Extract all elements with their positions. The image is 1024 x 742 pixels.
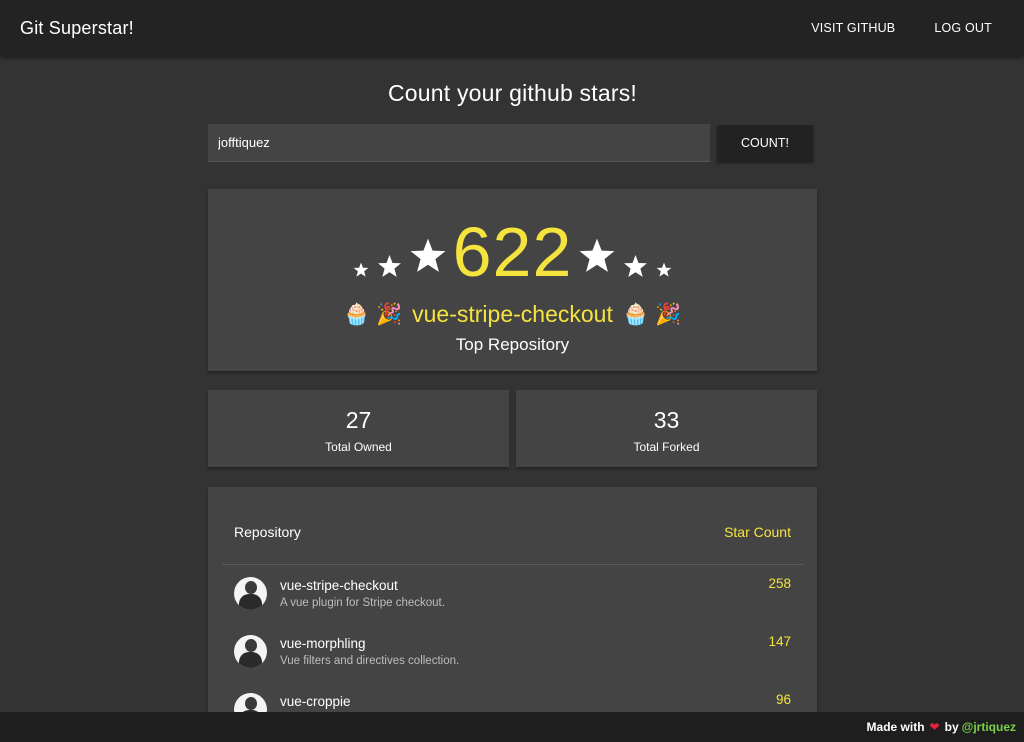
top-repo-name[interactable]: vue-stripe-checkout [412,301,613,328]
repo-name[interactable]: vue-morphling [280,635,459,652]
heart-icon: ❤ [929,720,940,734]
repository-list-panel: Repository Star Count vue-stripe-checkou… [208,487,817,742]
cupcake-icon: 🧁 [343,302,370,326]
repo-name[interactable]: vue-croppie [280,693,351,710]
stats-row: 27 Total Owned 33 Total Forked [208,390,817,467]
total-stars-card: 622 🧁 🎉 vue-stripe-checkout 🧁 🎉 Top Repo… [208,189,817,371]
footer: Made with ❤ by @jrtiquez [0,712,1024,742]
star-icon [579,238,615,272]
navbar: Git Superstar! Visit Github Log Out [0,0,1024,56]
user-avatar [234,635,267,668]
list-item[interactable]: vue-stripe-checkout A vue plugin for Str… [222,565,803,623]
star-icon [657,262,672,277]
total-forked-label: Total Forked [633,440,700,454]
nav-links: Visit Github Log Out [811,21,992,35]
repo-star-count: 258 [768,576,791,591]
total-owned-value: 27 [345,407,372,433]
author-handle-link[interactable]: @jrtiquez [962,720,1016,734]
footer-by: by [944,720,959,734]
repo-description: A vue plugin for Stripe checkout. [280,597,445,609]
visit-github-link[interactable]: Visit Github [811,21,895,35]
star-count-column-header: Star Count [724,523,791,540]
star-icon [377,255,401,277]
total-stars-count: 622 [452,213,573,291]
page-title: Count your github stars! [388,80,637,106]
cupcake-icon: 🧁 [622,302,649,326]
total-owned-card: 27 Total Owned [208,390,509,467]
repo-star-count: 96 [775,692,791,707]
repo-list-header: Repository Star Count [222,487,803,565]
total-owned-label: Total Owned [325,440,392,454]
main-content: Count your github stars! Count! 622 🧁 🎉 … [208,56,817,742]
repository-column-header: Repository [234,523,301,540]
star-icon [624,255,648,277]
repo-star-count: 147 [768,634,791,649]
app-brand[interactable]: Git Superstar! [20,18,134,39]
repo-name[interactable]: vue-stripe-checkout [280,577,445,594]
repo-description: Vue filters and directives collection. [280,655,460,667]
star-icon [410,238,446,272]
top-repo-label: Top Repository [455,335,570,354]
stars-row: 622 [208,217,817,287]
party-popper-icon: 🎉 [375,302,403,326]
party-popper-icon: 🎉 [655,302,682,326]
username-input[interactable] [208,124,710,162]
star-icon [353,262,368,277]
top-repo-row: 🧁 🎉 vue-stripe-checkout 🧁 🎉 [208,301,817,328]
log-out-link[interactable]: Log Out [934,21,992,35]
total-forked-card: 33 Total Forked [516,390,817,467]
repo-text: vue-stripe-checkout A vue plugin for Str… [280,577,445,623]
list-item[interactable]: vue-morphling Vue filters and directives… [222,623,803,681]
footer-prefix: Made with [866,720,925,734]
count-button[interactable]: Count! [717,125,813,161]
total-forked-value: 33 [653,407,680,433]
search-row: Count! [208,124,817,162]
user-avatar [234,577,267,610]
repo-text: vue-morphling Vue filters and directives… [280,635,459,681]
